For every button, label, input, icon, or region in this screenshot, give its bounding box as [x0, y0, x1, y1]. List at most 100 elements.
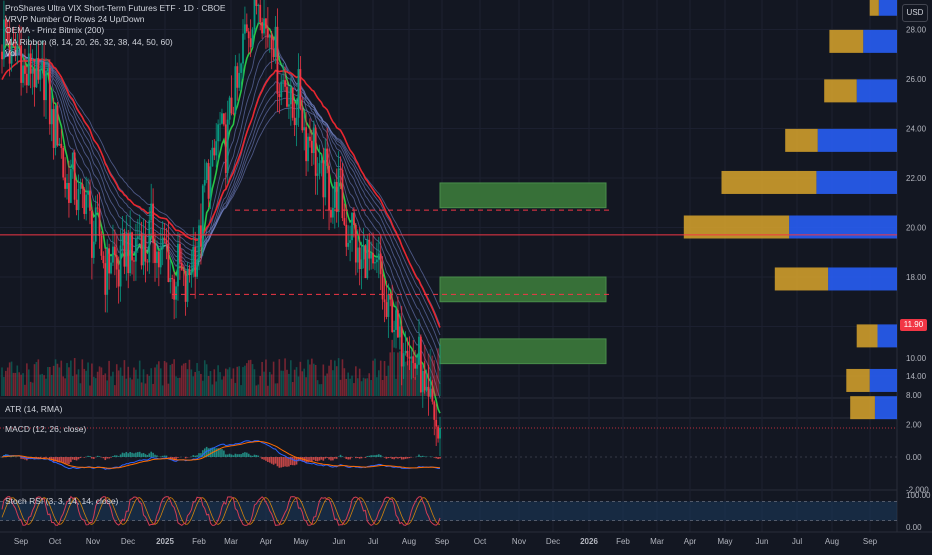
volume-bar [349, 379, 351, 396]
volume-bar [47, 367, 49, 396]
volume-bar [189, 360, 191, 396]
volume-bar [116, 364, 118, 396]
macd-histogram-bar [250, 455, 252, 457]
zone-rect-2 [440, 277, 606, 302]
macd-histogram-bar [229, 454, 231, 457]
volume-bar [273, 362, 275, 396]
macd-histogram-bar [78, 457, 80, 459]
time-tick-label: Sep [863, 537, 878, 546]
macd-histogram-bar [256, 455, 258, 457]
volume-bar [208, 376, 210, 396]
macd-histogram-bar [215, 448, 217, 457]
macd-histogram-bar [355, 457, 357, 458]
macd-histogram-bar [365, 457, 367, 458]
candle-body [166, 240, 168, 244]
candle-body [332, 208, 334, 218]
macd-histogram-bar [116, 455, 118, 457]
candle-body [66, 183, 68, 189]
candle-body [328, 166, 330, 210]
macd-histogram-bar [269, 457, 271, 463]
volume-bar [38, 359, 40, 396]
macd-histogram-bar [254, 455, 256, 457]
vrvp-down-bar [722, 171, 817, 194]
atr-pane-label[interactable]: ATR (14, RMA) [5, 404, 62, 414]
candle-body [294, 118, 296, 125]
candle-body [1, 52, 3, 59]
candle-body [68, 183, 70, 203]
volume-bar [124, 360, 126, 396]
volume-bar [286, 370, 288, 396]
time-tick-label: Mar [224, 537, 238, 546]
volume-bar [108, 361, 110, 396]
volume-bar [164, 361, 166, 396]
macd-histogram-bar [68, 457, 70, 464]
volume-bar [351, 376, 353, 396]
candle-body [24, 65, 26, 73]
volume-bar [187, 369, 189, 396]
volume-bar [85, 371, 87, 396]
volume-bar [236, 367, 238, 396]
candle-body [284, 80, 286, 87]
volume-bar [374, 359, 376, 396]
candle-body [315, 128, 317, 176]
currency-button[interactable]: USD [902, 4, 928, 22]
macd-histogram-bar [114, 455, 116, 457]
macd-histogram-bar [60, 457, 62, 462]
candle-body [265, 19, 267, 29]
volume-bar [342, 359, 344, 396]
volume-bar [104, 373, 106, 396]
chart-canvas[interactable]: 28.0026.0024.0022.0020.0018.0016.0014.00… [0, 0, 932, 550]
time-tick-label: Sep [435, 537, 450, 546]
macd-pane-label[interactable]: MACD (12, 26, close) [5, 424, 86, 434]
legend-ma-ribbon[interactable]: MA Ribbon (8, 14, 20, 26, 32, 38, 44, 50… [5, 37, 226, 48]
volume-bar [280, 371, 282, 396]
vrvp-up-bar [870, 369, 897, 392]
candle-body [190, 271, 192, 275]
volume-bar [290, 360, 292, 396]
volume-bar [326, 373, 328, 396]
candle-body [124, 233, 126, 267]
candle-body [34, 69, 36, 87]
volume-bar [11, 362, 13, 396]
legend-volume[interactable]: Vol [5, 48, 226, 59]
volume-bar [437, 348, 439, 396]
legend-ema[interactable]: OEMA - Prinz Bitmix (200) [5, 25, 226, 36]
volume-bar [284, 358, 286, 396]
candle-body [376, 260, 378, 263]
price-tick-label: 22.00 [906, 174, 927, 183]
volume-bar [175, 376, 177, 396]
candle-body [393, 330, 395, 332]
macd-histogram-bar [208, 448, 210, 457]
macd-histogram-bar [361, 457, 363, 458]
legend-vrvp[interactable]: VRVP Number Of Rows 24 Up/Down [5, 14, 226, 25]
volume-bar [300, 362, 302, 396]
volume-bar [422, 378, 424, 396]
volume-bar [99, 366, 101, 396]
macd-histogram-bar [393, 457, 395, 459]
candle-body [296, 118, 298, 125]
volume-bar [382, 380, 384, 396]
volume-bar [122, 376, 124, 396]
candle-body [408, 357, 410, 359]
candle-body [108, 248, 110, 273]
candle-body [257, 5, 259, 6]
candle-body [189, 269, 191, 275]
macd-histogram-bar [359, 457, 361, 459]
volume-bar [412, 356, 414, 396]
volume-bar [428, 354, 430, 396]
volume-bar [311, 359, 313, 396]
macd-histogram-bar [45, 457, 47, 458]
volume-bar [315, 365, 317, 396]
volume-bar [95, 378, 97, 396]
volume-bar [259, 376, 261, 396]
volume-bar [139, 361, 141, 396]
volume-bar [261, 362, 263, 396]
legend-title[interactable]: ProShares Ultra VIX Short-Term Futures E… [5, 3, 226, 14]
volume-bar [277, 383, 279, 396]
candle-body [340, 168, 342, 169]
volume-bar [317, 380, 319, 396]
candle-body [298, 69, 300, 118]
candle-body [135, 239, 137, 262]
stoch-pane-label[interactable]: Stoch RSI (3, 3, 14, 14, close) [5, 496, 118, 506]
candle-body [221, 113, 223, 123]
